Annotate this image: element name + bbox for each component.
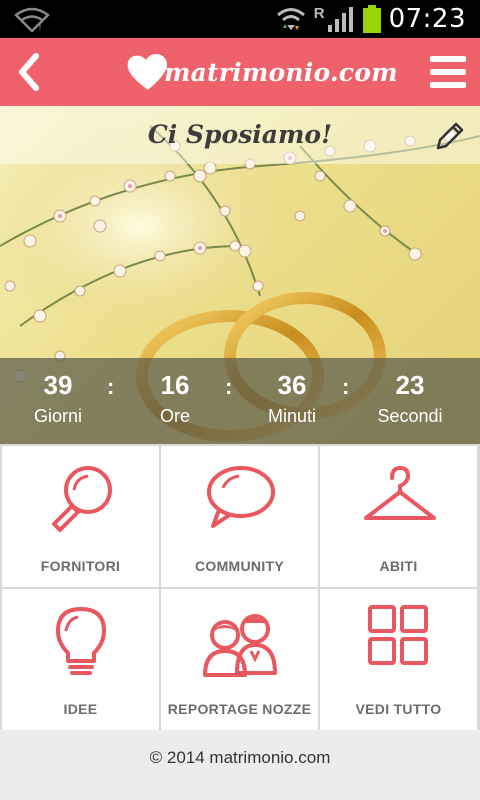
countdown-separator: :	[342, 374, 350, 399]
hamburger-menu-icon[interactable]	[428, 52, 468, 92]
grid-icon	[368, 605, 428, 665]
menu-grid: FORNITORI COMMUNITY ABITI IDEE REPORTAGE…	[0, 444, 480, 730]
hanger-icon	[364, 465, 436, 520]
logo-text: matrimonio.com	[164, 58, 398, 87]
status-bar: ! R 07:23	[0, 0, 480, 38]
network-indicator: R	[313, 4, 325, 22]
app-logo: matrimonio.com	[124, 46, 398, 98]
tile-idee[interactable]: IDEE	[2, 589, 159, 730]
tile-vedi-tutto[interactable]: VEDI TUTTO	[320, 589, 477, 730]
countdown-days: 39 Giorni	[3, 358, 113, 444]
countdown-minutes: 36 Minuti	[237, 358, 347, 444]
countdown-label: Ore	[159, 406, 190, 426]
chevron-left-icon[interactable]	[10, 48, 50, 96]
countdown-hours: 16 Ore	[120, 358, 230, 444]
battery-icon	[362, 5, 381, 33]
countdown-label: Giorni	[33, 406, 82, 426]
countdown-separator: :	[225, 374, 233, 399]
footer: © 2014 matrimonio.com	[0, 730, 480, 800]
countdown-label: Minuti	[267, 406, 316, 426]
tile-reportage-nozze[interactable]: REPORTAGE NOZZE	[161, 589, 318, 730]
wifi-icon	[276, 8, 305, 30]
countdown-label: Secondi	[377, 406, 443, 426]
app-bar: matrimonio.com	[0, 38, 480, 106]
countdown-seconds: 23 Secondi	[355, 358, 465, 444]
countdown-separator: :	[107, 374, 115, 399]
tile-label: FORNITORI	[40, 558, 121, 574]
wedding-title: Ci Sposiamo!	[147, 120, 333, 149]
countdown-bar: 39 Giorni : 16 Ore : 36 Minuti : 23 Seco…	[0, 358, 480, 444]
light-bulb-icon	[56, 607, 106, 675]
tile-label: VEDI TUTTO	[355, 701, 442, 717]
countdown-value: 16	[160, 370, 190, 400]
tile-label: REPORTAGE NOZZE	[167, 701, 312, 717]
tile-fornitori[interactable]: FORNITORI	[2, 446, 159, 587]
tile-label: IDEE	[63, 701, 98, 717]
tile-label: COMMUNITY	[194, 558, 285, 574]
couple-icon	[203, 614, 277, 677]
countdown-value: 23	[395, 370, 425, 400]
magnifier-icon	[52, 466, 112, 532]
tile-community[interactable]: COMMUNITY	[161, 446, 318, 587]
copyright-text: © 2014 matrimonio.com	[149, 748, 331, 767]
svg-text:!: !	[38, 22, 42, 32]
speech-bubble-icon	[207, 466, 275, 528]
clock: 07:23	[388, 4, 466, 34]
countdown-value: 39	[43, 370, 73, 400]
tile-abiti[interactable]: ABITI	[320, 446, 477, 587]
pencil-icon[interactable]	[434, 120, 466, 152]
countdown-value: 36	[277, 370, 307, 400]
tile-label: ABITI	[379, 558, 418, 574]
signal-icon	[327, 7, 353, 32]
hero-banner: Ci Sposiamo! 39 Giorni : 16 Ore : 36 Min…	[0, 106, 480, 444]
wifi-no-signal-icon: !	[14, 7, 50, 32]
